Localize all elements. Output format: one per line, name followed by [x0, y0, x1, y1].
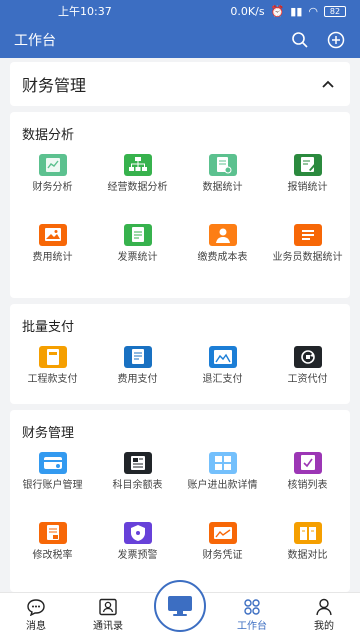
contacts-icon — [99, 598, 117, 616]
app-header: 工作台 — [0, 22, 360, 58]
org-chart-icon — [123, 154, 152, 176]
grid-item[interactable]: 缴费成本表 — [180, 224, 265, 264]
grid-item-label: 工程款支付 — [27, 374, 78, 385]
news-icon — [123, 452, 152, 474]
grid-item-label: 发票预警 — [117, 550, 158, 561]
grid-item-label: 费用支付 — [117, 374, 158, 385]
grid-item-label: 业务员数据统计 — [272, 252, 343, 263]
shield-icon — [123, 522, 152, 544]
search-icon — [292, 32, 308, 48]
picture-icon — [208, 346, 237, 368]
nav-item-workbench[interactable]: 工作台 — [220, 597, 284, 632]
edit-doc-icon — [293, 154, 322, 176]
grid-item[interactable]: 财务凭证 — [180, 522, 265, 562]
main-content: 财务管理 数据分析 财务分析 经营数据分析 数据统计 报销统计费用统计 发票统计 缴费成本… — [0, 58, 360, 592]
grid-item-label: 财务凭证 — [202, 550, 243, 561]
status-time: 上午10:37 — [58, 5, 112, 18]
boxes-icon — [208, 452, 237, 474]
finance-section-header[interactable]: 财务管理 — [10, 62, 350, 106]
grid-item[interactable]: 数据统计 — [180, 154, 265, 194]
network-speed: 0.0K/s — [230, 4, 265, 18]
signal-icon: ▮▮ — [290, 4, 303, 18]
nav-item-profile[interactable]: 我的 — [292, 597, 356, 632]
grid-item[interactable]: 经营数据分析 — [95, 154, 180, 194]
status-indicators: 0.0K/s ⏰ ▮▮ ◠ 82 — [230, 5, 346, 18]
image-icon — [38, 224, 67, 246]
status-bar: 上午10:37 0.0K/s ⏰ ▮▮ ◠ 82 — [0, 0, 360, 22]
grid-item[interactable]: 业务员数据统计 — [265, 224, 350, 264]
user-icon — [316, 598, 332, 616]
voucher-icon — [208, 522, 237, 544]
grid-item[interactable]: 费用支付 — [95, 346, 180, 386]
doc-stat-icon — [208, 154, 237, 176]
battery-icon: 82 — [324, 5, 346, 17]
finance-management-card: 财务管理 银行账户管理 科目余额表 账户进出款详情 核销列表修改税率 发票预警 财务凭证 数… — [10, 410, 350, 592]
book-icon — [293, 522, 322, 544]
bank-card-icon — [38, 452, 67, 474]
grid-item[interactable]: 工程款支付 — [10, 346, 95, 386]
grid-item-label: 数据统计 — [202, 182, 243, 193]
grid-item-label: 账户进出款详情 — [187, 480, 258, 491]
card-title: 批量支付 — [22, 320, 75, 335]
grid-item[interactable]: 修改税率 — [10, 522, 95, 562]
grid-item-label: 财务分析 — [32, 182, 73, 193]
grid-item-label: 数据对比 — [287, 550, 328, 561]
search-button[interactable] — [288, 28, 312, 52]
grid-item-label: 科目余额表 — [112, 480, 163, 491]
grid-item[interactable]: 银行账户管理 — [10, 452, 95, 492]
batch-payment-card: 批量支付 工程款支付 费用支付 退汇支付 工资代付 — [10, 304, 350, 404]
finance-analysis-icon — [38, 154, 67, 176]
grid-item-label: 缴费成本表 — [197, 252, 248, 263]
grid-item-label: 银行账户管理 — [22, 480, 83, 491]
chevron-up-icon[interactable] — [318, 74, 338, 94]
card-icon — [38, 346, 67, 368]
nav-label: 我的 — [314, 621, 334, 632]
refresh-icon — [293, 346, 322, 368]
grid-item-label: 发票统计 — [117, 252, 158, 263]
grid-item[interactable]: 数据对比 — [265, 522, 350, 562]
grid-item-label: 费用统计 — [32, 252, 73, 263]
card-title: 财务管理 — [22, 426, 75, 441]
check-list-icon — [293, 452, 322, 474]
data-analysis-card: 数据分析 财务分析 经营数据分析 数据统计 报销统计费用统计 发票统计 缴费成本表 业务员数… — [10, 112, 350, 298]
wifi-icon: ◠ — [308, 4, 318, 18]
section-title: 财务管理 — [22, 76, 87, 95]
grid-item-label: 退汇支付 — [202, 374, 243, 385]
grid-item[interactable]: 费用统计 — [10, 224, 95, 264]
tax-doc-icon — [38, 522, 67, 544]
chat-icon — [27, 599, 45, 616]
grid-item[interactable]: 工资代付 — [265, 346, 350, 386]
nav-label: 通讯录 — [93, 621, 123, 632]
doc-icon — [123, 346, 152, 368]
grid-item[interactable]: 科目余额表 — [95, 452, 180, 492]
nav-item-messages[interactable]: 消息 — [4, 597, 68, 632]
invoice-icon — [123, 224, 152, 246]
nav-label: 消息 — [26, 621, 46, 632]
center-workbench-button[interactable] — [154, 580, 206, 632]
nav-label: 工作台 — [237, 621, 267, 632]
grid-item-label: 工资代付 — [287, 374, 328, 385]
page-title: 工作台 — [14, 33, 56, 49]
grid-item[interactable]: 报销统计 — [265, 154, 350, 194]
card-title: 数据分析 — [22, 128, 75, 143]
workbench-icon — [244, 599, 260, 615]
grid-item[interactable]: 退汇支付 — [180, 346, 265, 386]
grid-item-label: 报销统计 — [287, 182, 328, 193]
alarm-icon: ⏰ — [270, 4, 285, 18]
grid-item-label: 核销列表 — [287, 480, 328, 491]
grid-item-label: 修改税率 — [32, 550, 73, 561]
add-button[interactable] — [324, 28, 348, 52]
grid-item[interactable]: 核销列表 — [265, 452, 350, 492]
grid-item[interactable]: 财务分析 — [10, 154, 95, 194]
grid-item[interactable]: 发票预警 — [95, 522, 180, 562]
nav-item-contacts[interactable]: 通讯录 — [76, 597, 140, 632]
plus-circle-icon — [327, 31, 345, 49]
grid-item-label: 经营数据分析 — [107, 182, 168, 193]
list-icon — [293, 224, 322, 246]
monitor-icon — [168, 596, 192, 616]
grid-item[interactable]: 账户进出款详情 — [180, 452, 265, 492]
person-icon — [208, 224, 237, 246]
grid-item[interactable]: 发票统计 — [95, 224, 180, 264]
